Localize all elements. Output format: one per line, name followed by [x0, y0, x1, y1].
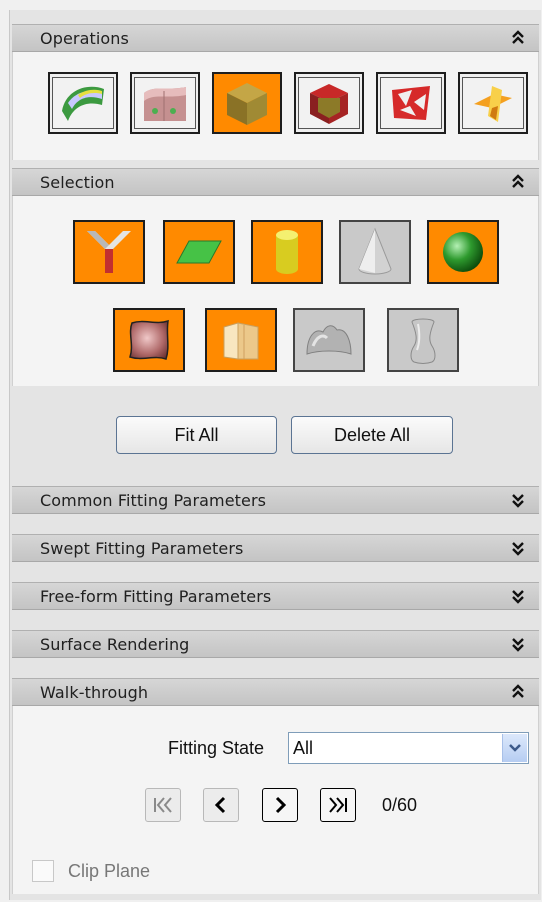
plane-button[interactable]	[163, 220, 235, 284]
y-junction-icon	[87, 231, 131, 273]
skip-last-icon	[329, 797, 347, 813]
swept-surface-icon	[223, 322, 259, 360]
common-fitting-title: Common Fitting Parameters	[40, 491, 267, 510]
clip-plane-label: Clip Plane	[68, 861, 151, 881]
freeform-surface-button[interactable]	[113, 308, 185, 372]
cube-red-icon	[310, 84, 348, 124]
plane-icon	[176, 240, 222, 264]
state-counter: 0/60	[382, 795, 418, 815]
swept-fitting-title: Swept Fitting Parameters	[40, 539, 244, 558]
region-mesh-button[interactable]	[130, 72, 200, 134]
region-mesh-icon	[144, 87, 186, 121]
trim-planes-icon	[474, 86, 512, 122]
surface-segment-button[interactable]	[48, 72, 118, 134]
surface-segment-icon	[62, 86, 104, 121]
cylinder-button[interactable]	[251, 220, 323, 284]
delete-all-button[interactable]: Delete All	[291, 416, 453, 454]
cone-button[interactable]	[339, 220, 411, 284]
cube-fit-icon	[227, 83, 267, 125]
operations-title: Operations	[40, 29, 129, 48]
walk-through-header[interactable]: Walk-through	[12, 678, 539, 706]
cube-red-button[interactable]	[294, 72, 364, 134]
clip-plane-checkbox[interactable]	[32, 860, 54, 882]
collapse-icon[interactable]	[511, 29, 525, 47]
expand-icon[interactable]	[511, 635, 525, 653]
fitting-state-value: All	[293, 738, 314, 758]
collapse-icon[interactable]	[511, 173, 525, 191]
selection-header[interactable]: Selection	[12, 168, 539, 196]
expand-icon[interactable]	[511, 539, 525, 557]
surface-rendering-title: Surface Rendering	[40, 635, 190, 654]
selection-title: Selection	[40, 173, 115, 192]
freeform-fitting-title: Free-form Fitting Parameters	[40, 587, 272, 606]
fitting-state-label: Fitting State	[168, 738, 265, 758]
blob-surface-icon	[306, 325, 352, 355]
expand-icon[interactable]	[511, 491, 525, 509]
revolved-surface-icon	[410, 318, 436, 364]
next-state-button[interactable]	[262, 788, 298, 822]
skip-first-icon	[154, 797, 172, 813]
previous-state-button[interactable]	[203, 788, 239, 822]
expand-icon[interactable]	[511, 587, 525, 605]
freeform-fitting-header[interactable]: Free-form Fitting Parameters	[12, 582, 539, 610]
freeform-surface-icon	[129, 319, 169, 360]
selection-body	[12, 196, 539, 386]
walk-through-title: Walk-through	[40, 683, 149, 702]
cylinder-icon	[276, 230, 298, 274]
swept-fitting-header[interactable]: Swept Fitting Parameters	[12, 534, 539, 562]
operations-header[interactable]: Operations	[12, 24, 539, 52]
dropdown-button[interactable]	[502, 734, 527, 762]
cone-icon	[358, 227, 392, 275]
freeform-patch-button[interactable]	[376, 72, 446, 134]
trim-planes-button[interactable]	[458, 72, 528, 134]
swept-surface-button[interactable]	[205, 308, 277, 372]
sphere-icon	[443, 232, 483, 272]
chevron-left-icon	[214, 796, 226, 814]
blob-surface-button[interactable]	[293, 308, 365, 372]
chevron-right-icon	[275, 796, 287, 814]
cube-fit-button[interactable]	[212, 72, 282, 134]
fitting-state-select[interactable]: All	[288, 732, 529, 764]
last-state-button[interactable]	[320, 788, 356, 822]
fit-all-button[interactable]: Fit All	[116, 416, 277, 454]
collapse-icon[interactable]	[511, 683, 525, 701]
y-junction-button[interactable]	[73, 220, 145, 284]
operations-body	[12, 52, 539, 160]
sphere-button[interactable]	[427, 220, 499, 284]
surface-rendering-header[interactable]: Surface Rendering	[12, 630, 539, 658]
freeform-patch-icon	[392, 86, 430, 120]
common-fitting-header[interactable]: Common Fitting Parameters	[12, 486, 539, 514]
revolved-surface-button[interactable]	[387, 308, 459, 372]
first-state-button[interactable]	[145, 788, 181, 822]
chevron-down-icon	[509, 744, 521, 752]
